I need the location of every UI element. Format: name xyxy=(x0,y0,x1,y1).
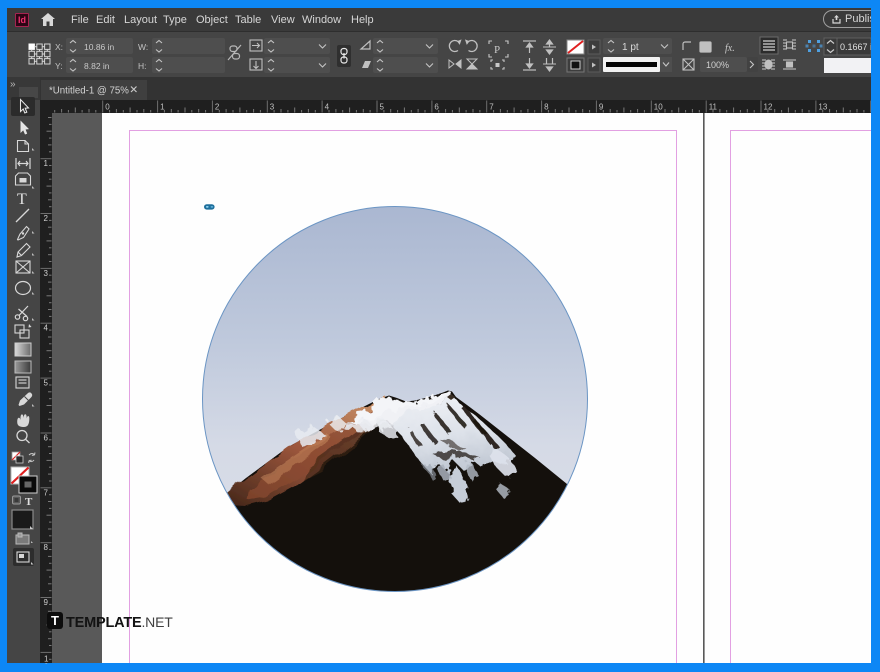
svg-text:7: 7 xyxy=(44,488,49,497)
svg-text:1: 1 xyxy=(44,159,49,168)
svg-text:9: 9 xyxy=(44,598,49,607)
svg-text:6: 6 xyxy=(44,434,49,443)
svg-text:3: 3 xyxy=(44,269,49,278)
svg-text:4: 4 xyxy=(44,324,49,333)
svg-text:8: 8 xyxy=(44,543,49,552)
svg-text:2: 2 xyxy=(44,214,49,223)
svg-text:5: 5 xyxy=(44,379,49,388)
